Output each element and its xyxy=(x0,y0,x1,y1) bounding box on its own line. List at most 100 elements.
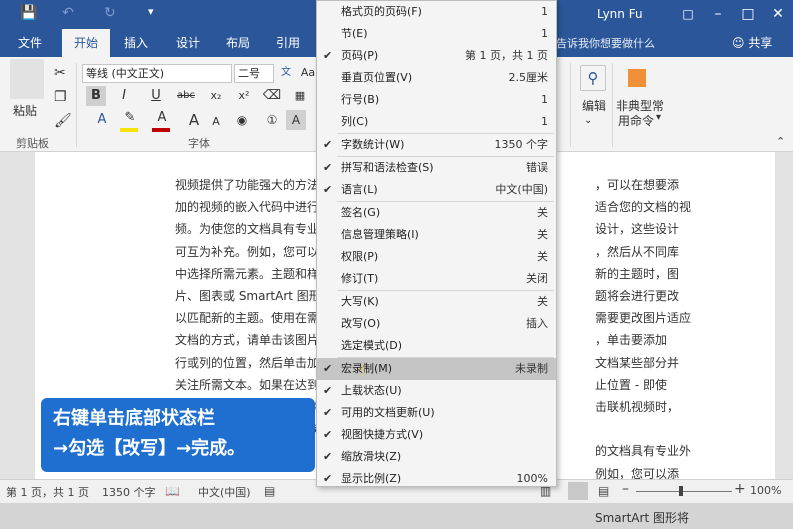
menu-item[interactable]: 签名(G) 关 xyxy=(317,202,556,224)
search-icon[interactable]: ⚲ xyxy=(580,65,606,91)
macro-icon[interactable]: ▤ xyxy=(264,484,275,498)
cut-icon[interactable]: ✂ xyxy=(54,65,66,81)
menu-item[interactable]: ✔ 页码(P) 第 1 页，共 1 页 xyxy=(317,45,556,67)
tell-me-box[interactable]: 告诉我你想要做什么 xyxy=(556,29,655,59)
text-line: 新的主题时，图 xyxy=(595,266,680,281)
menu-item[interactable]: 修订(T) 关闭 xyxy=(317,268,556,290)
status-language[interactable]: 中文(中国) xyxy=(198,484,251,500)
menu-item[interactable]: 信息管理策略(I) 关 xyxy=(317,224,556,246)
menu-item[interactable]: 行号(B) 1 xyxy=(317,89,556,111)
menu-item[interactable]: ✔ 可用的文档更新(U) xyxy=(317,402,556,424)
zoom-out-icon[interactable]: – xyxy=(622,481,629,497)
print-layout-icon[interactable] xyxy=(568,482,588,500)
proofing-icon[interactable]: 📖 xyxy=(165,484,180,498)
menu-item[interactable]: ✔ 视图快捷方式(V) xyxy=(317,424,556,446)
text-effects-button[interactable]: A xyxy=(92,110,112,130)
menu-item-label: 权限(P) xyxy=(341,250,379,263)
dropdown-icon[interactable]: ▾ xyxy=(656,112,661,123)
caption-line-1: 右键单击底部状态栏 xyxy=(53,408,215,429)
save-icon[interactable]: 💾 xyxy=(20,5,37,21)
superscript-button[interactable]: x² xyxy=(234,86,254,106)
menu-item[interactable]: 垂直页位置(V) 2.5厘米 xyxy=(317,67,556,89)
format-painter-icon[interactable]: 🖌 xyxy=(54,113,72,129)
paste-icon[interactable] xyxy=(10,59,44,99)
tab-design[interactable]: 设计 xyxy=(168,29,208,57)
menu-item-value: 插入 xyxy=(526,317,548,330)
menu-item[interactable]: ✔ 缩放滑块(Z) xyxy=(317,446,556,468)
change-case-icon[interactable]: ◉ xyxy=(232,110,252,130)
menu-item-label: 页码(P) xyxy=(341,49,379,62)
redo-icon[interactable]: ↻ xyxy=(104,5,116,21)
menu-item[interactable]: ✔ 字数统计(W) 1350 个字 xyxy=(317,134,556,156)
menu-item[interactable]: ✔ 上载状态(U) xyxy=(317,380,556,402)
menu-item-label: 改写(O) xyxy=(341,317,381,330)
font-size-menu-icon[interactable]: Aa xyxy=(298,63,318,83)
phonetic-guide-icon[interactable]: 文 xyxy=(276,63,296,83)
menu-item[interactable]: ✔ 宏录制(M) 未录制 xyxy=(317,358,556,380)
char-border-icon[interactable]: ▦ xyxy=(290,86,310,106)
zoom-level[interactable]: 100% xyxy=(750,484,781,497)
group-divider xyxy=(612,63,613,147)
font-color-button[interactable]: A xyxy=(152,108,172,128)
menu-item[interactable]: 权限(P) 关 xyxy=(317,246,556,268)
char-shading-icon[interactable]: A xyxy=(286,110,306,130)
shrink-font-button[interactable]: A xyxy=(206,112,226,132)
underline-button[interactable]: U xyxy=(146,86,166,106)
zoom-slider-track[interactable] xyxy=(636,491,732,492)
menu-item[interactable]: 节(E) 1 xyxy=(317,23,556,45)
menu-item[interactable]: ✔ 显示比例(Z) 100% xyxy=(317,468,556,490)
italic-button[interactable]: I xyxy=(114,86,134,106)
menu-item[interactable]: 列(C) 1 xyxy=(317,111,556,133)
paste-button[interactable]: 粘贴 xyxy=(13,102,37,119)
menu-item-label: 拼写和语法检查(S) xyxy=(341,161,434,174)
minimize-icon[interactable]: – xyxy=(703,3,733,25)
highlighter-icon[interactable]: ✎ xyxy=(120,108,140,128)
menu-item[interactable]: 选定模式(D) xyxy=(317,335,556,357)
check-icon: ✔ xyxy=(323,406,333,419)
clear-format-icon[interactable]: ⌫ xyxy=(262,86,282,106)
chevron-down-icon: ⌄ xyxy=(584,115,593,126)
text-line: ，然后从不同库 xyxy=(595,244,680,259)
menu-item[interactable]: ✔ 拼写和语法检查(S) 错误 xyxy=(317,157,556,179)
tab-references[interactable]: 引用 xyxy=(268,29,308,57)
menu-item[interactable]: 改写(O) 插入 xyxy=(317,313,556,335)
tab-home[interactable]: 开始 xyxy=(62,29,110,57)
menu-item-label: 修订(T) xyxy=(341,272,379,285)
collapse-ribbon-icon[interactable]: ⌃ xyxy=(776,135,785,148)
menu-item[interactable]: 格式页的页码(F) 1 xyxy=(317,1,556,23)
customize-quick-access-icon[interactable]: ▾ xyxy=(148,5,154,18)
tab-file[interactable]: 文件 xyxy=(10,29,50,57)
ribbon-options-icon[interactable]: □ xyxy=(673,3,703,25)
maximize-icon[interactable]: □ xyxy=(733,3,763,25)
subscript-button[interactable]: x₂ xyxy=(206,86,226,106)
status-word-count[interactable]: 1350 个字 xyxy=(102,484,156,500)
bold-button[interactable]: B xyxy=(86,86,106,106)
common-command-label[interactable]: 用命令 xyxy=(618,112,654,129)
copy-icon[interactable]: ❐ xyxy=(54,89,67,105)
edit-button[interactable]: 编辑 xyxy=(582,97,606,114)
hand-cursor-icon: ☝ xyxy=(357,361,367,379)
tab-layout[interactable]: 布局 xyxy=(218,29,258,57)
enclose-char-icon[interactable]: ① xyxy=(262,110,282,130)
font-name-box[interactable]: 等线 (中文正文) xyxy=(82,64,232,83)
menu-item-label: 选定模式(D) xyxy=(341,339,403,352)
menu-item[interactable]: 大写(K) 关 xyxy=(317,291,556,313)
text-line: ，单击要添加 xyxy=(595,333,668,348)
custom-command-icon[interactable] xyxy=(628,69,646,87)
undo-icon[interactable]: ↶ xyxy=(62,5,74,21)
font-size-box[interactable]: 二号 xyxy=(234,64,274,83)
menu-item[interactable]: ✔ 语言(L) 中文(中国) xyxy=(317,179,556,201)
font-color-bar xyxy=(152,128,170,132)
status-page[interactable]: 第 1 页，共 1 页 xyxy=(6,484,89,500)
user-name[interactable]: Lynn Fu xyxy=(597,7,643,21)
font-group-label: 字体 xyxy=(188,137,210,150)
strikethrough-button[interactable]: abc xyxy=(176,86,196,106)
close-icon[interactable]: ✕ xyxy=(763,3,793,25)
text-line: 题将会进行更改 xyxy=(595,289,680,303)
share-button[interactable]: ☺ 共享 xyxy=(732,33,772,53)
zoom-in-icon[interactable]: + xyxy=(734,481,746,497)
web-layout-icon[interactable]: ▤ xyxy=(598,484,609,498)
zoom-slider-thumb[interactable] xyxy=(679,486,683,496)
tab-insert[interactable]: 插入 xyxy=(116,29,156,57)
grow-font-button[interactable]: A xyxy=(184,110,204,130)
